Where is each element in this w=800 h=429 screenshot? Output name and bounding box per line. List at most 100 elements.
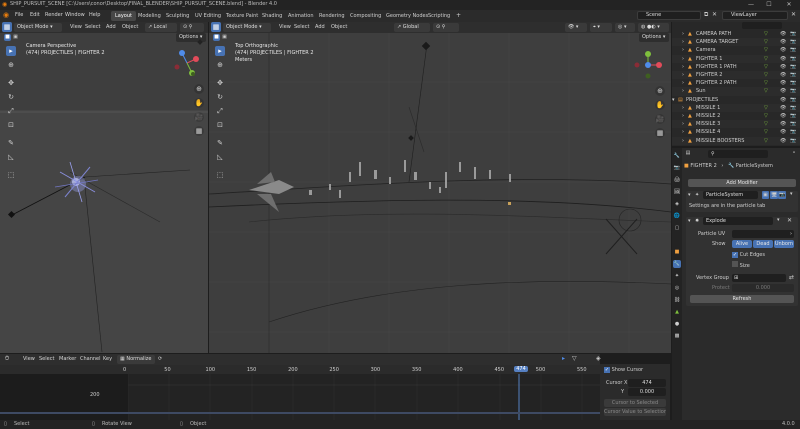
right-pan-icon[interactable]: ✋ xyxy=(655,100,665,110)
menu-help[interactable]: Help xyxy=(89,12,100,18)
move-tool-icon-right[interactable]: ✥ xyxy=(215,78,225,88)
render-camera-icon[interactable]: 📷 xyxy=(790,38,796,46)
tab-scripting[interactable]: Scripting xyxy=(424,11,454,21)
outliner-row[interactable]: › ▲ MISSILE 2 ▽ 👁 📷 xyxy=(672,112,800,120)
render-camera-icon[interactable]: 📷 xyxy=(790,30,796,38)
expand-chevron-icon[interactable]: › xyxy=(682,63,684,71)
menu-window[interactable]: Window xyxy=(65,12,85,18)
render-camera-icon[interactable]: 📷 xyxy=(790,71,796,79)
menu-file[interactable]: File xyxy=(15,12,23,18)
left-camera-view-icon[interactable]: 🎥 xyxy=(194,112,204,122)
outliner-row[interactable]: › ▲ FIGHTER 1 ▽ 👁 📷 xyxy=(672,54,800,63)
expand-chevron-icon[interactable]: › xyxy=(682,120,684,128)
outliner-row[interactable]: › ▲ FIGHTER 2 ▽ 👁 📷 xyxy=(672,71,800,80)
visibility-eye-icon[interactable]: 👁 xyxy=(780,96,786,104)
outliner-row[interactable]: › ▲ Sun ▽ 👁 📷 xyxy=(672,87,800,96)
visibility-eye-icon[interactable]: 👁 xyxy=(780,55,786,63)
modifier-tab-icon[interactable]: 🔧 xyxy=(673,260,681,268)
visibility-eye-icon[interactable]: 👁 xyxy=(780,79,786,87)
expand-chevron-icon[interactable]: › xyxy=(682,79,684,87)
cursor-y-field[interactable]: 0.000 xyxy=(628,388,666,396)
transform-tool-icon-right[interactable]: ⊡ xyxy=(215,120,225,130)
outliner-search-field[interactable] xyxy=(742,22,782,29)
show-only-errors-icon[interactable]: ▽ xyxy=(572,355,577,362)
visibility-eye-icon[interactable]: 👁 xyxy=(780,104,786,112)
tab-compositing[interactable]: Compositing xyxy=(346,11,385,21)
particle-modifier-name[interactable]: ParticleSystem xyxy=(703,191,758,199)
annotate-tool-icon-right[interactable]: ✎ xyxy=(215,138,225,148)
visibility-eye-icon[interactable]: 👁 xyxy=(780,137,786,145)
tab-rendering[interactable]: Rendering xyxy=(315,11,349,21)
visibility-eye-icon[interactable]: 👁 xyxy=(780,128,786,136)
constraints-tab-icon[interactable]: ⛓ xyxy=(673,296,681,304)
cursor-to-selected-button[interactable]: Cursor to Selected xyxy=(604,399,666,407)
cursor-tool-icon-right[interactable]: ⊕ xyxy=(215,60,225,70)
remove-modifier-icon[interactable]: ✕ xyxy=(787,217,792,224)
refresh-button[interactable]: Refresh xyxy=(690,295,794,303)
normalize-toggle[interactable]: ▦ Normalize xyxy=(117,355,155,364)
visibility-eye-icon[interactable]: 👁 xyxy=(780,71,786,79)
particles-tab-icon[interactable]: ✦ xyxy=(673,272,681,280)
timeline-scrollbar[interactable] xyxy=(0,412,600,414)
render-camera-icon[interactable]: 📷 xyxy=(790,55,796,63)
expand-chevron-icon[interactable]: › xyxy=(682,38,684,46)
render-camera-icon[interactable]: 📷 xyxy=(790,128,796,136)
left-zoom-icon[interactable]: ⊕ xyxy=(194,84,204,94)
show-cursor-checkbox[interactable]: ✓ Show Cursor xyxy=(604,367,643,374)
right-zoom-icon[interactable]: ⊕ xyxy=(655,86,665,96)
render-camera-icon[interactable]: 📷 xyxy=(790,63,796,71)
right-camera-view-icon[interactable]: 🎥 xyxy=(655,114,665,124)
render-camera-icon[interactable]: 📷 xyxy=(790,96,796,104)
close-icon-2[interactable]: ✕ xyxy=(791,11,796,18)
render-camera-icon[interactable]: 📷 xyxy=(790,87,796,95)
props-search-field[interactable]: ⚲ xyxy=(708,150,768,158)
rotate-tool-icon[interactable]: ↻ xyxy=(6,92,16,102)
show-dead-toggle[interactable]: Dead xyxy=(753,240,773,248)
outliner-row[interactable]: › ▲ MISSILE BOOSTERS ▽ 👁 📷 xyxy=(672,136,800,145)
expand-chevron-icon[interactable]: › xyxy=(682,104,684,112)
expand-chevron-icon[interactable]: › xyxy=(682,71,684,79)
visibility-eye-icon[interactable]: 👁 xyxy=(780,87,786,95)
physics-tab-icon[interactable]: ◎ xyxy=(673,284,681,292)
dope-sheet-editor-icon[interactable]: ⏱ xyxy=(2,354,12,364)
visibility-eye-icon[interactable]: 👁 xyxy=(780,120,786,128)
add-cube-tool-icon[interactable]: ⬚ xyxy=(6,170,16,180)
tab-uv-editing[interactable]: UV Editing xyxy=(191,11,225,21)
pin-icon[interactable]: ⚬ xyxy=(792,150,796,156)
object-tab-icon[interactable]: ■ xyxy=(673,248,681,256)
transform-tool-icon[interactable]: ⊡ xyxy=(6,120,16,130)
outliner-row[interactable]: › ▲ FIGHTER 2 PATH ▽ 👁 📷 xyxy=(672,79,800,87)
expand-chevron-icon[interactable]: › xyxy=(682,30,684,38)
outliner-row[interactable]: › ▲ Camera ▽ 👁 📷 xyxy=(672,46,800,54)
collapse-icon-2[interactable]: ▾ xyxy=(688,218,691,224)
select-box-tool-icon[interactable]: ▸ xyxy=(6,46,16,56)
collection-tab-icon[interactable]: ▢ xyxy=(673,224,681,232)
timeline-menu-channel[interactable]: Channel xyxy=(80,356,101,362)
render-camera-icon[interactable]: 📷 xyxy=(790,46,796,54)
scale-tool-icon-right[interactable]: ⤢ xyxy=(215,106,225,116)
data-tab-icon[interactable]: ▲ xyxy=(673,308,681,316)
modifier-menu-icon-2[interactable]: ▾ xyxy=(777,217,780,223)
maximize-button[interactable]: ☐ xyxy=(762,0,776,10)
tab-animation[interactable]: Animation xyxy=(284,11,318,21)
view-layer-selector[interactable]: ViewLayer xyxy=(722,11,788,20)
cursor-tool-icon[interactable]: ⊕ xyxy=(6,60,16,70)
left-ortho-toggle-icon[interactable]: ▦ xyxy=(194,126,204,136)
world-tab-icon[interactable]: 🌐 xyxy=(673,212,681,220)
show-alive-toggle[interactable]: Alive xyxy=(732,240,752,248)
add-workspace-icon[interactable]: + xyxy=(456,12,461,19)
view-options-icon[interactable]: ◈ xyxy=(596,355,601,362)
right-3d-viewport[interactable]: ▦ Object Mode ▾ View Select Add Object ↗… xyxy=(209,22,671,353)
output-tab-icon[interactable]: 🖨 xyxy=(673,176,681,184)
render-tab-icon[interactable]: 📷 xyxy=(673,164,681,172)
render-camera-icon[interactable]: 📷 xyxy=(790,112,796,120)
select-box-tool-icon-right[interactable]: ▸ xyxy=(215,46,225,56)
right-axis-gizmo[interactable] xyxy=(631,48,665,82)
filter-selected-icon[interactable]: ▸ xyxy=(562,355,565,362)
render-camera-icon[interactable]: 📷 xyxy=(790,104,796,112)
timeline-menu-marker[interactable]: Marker xyxy=(59,356,76,362)
minimize-button[interactable]: — xyxy=(744,0,758,10)
move-tool-icon[interactable]: ✥ xyxy=(6,78,16,88)
view-layer-tab-icon[interactable]: 🖼 xyxy=(673,188,681,196)
cursor-value-to-selection-button[interactable]: Cursor Value to Selection xyxy=(604,408,666,416)
